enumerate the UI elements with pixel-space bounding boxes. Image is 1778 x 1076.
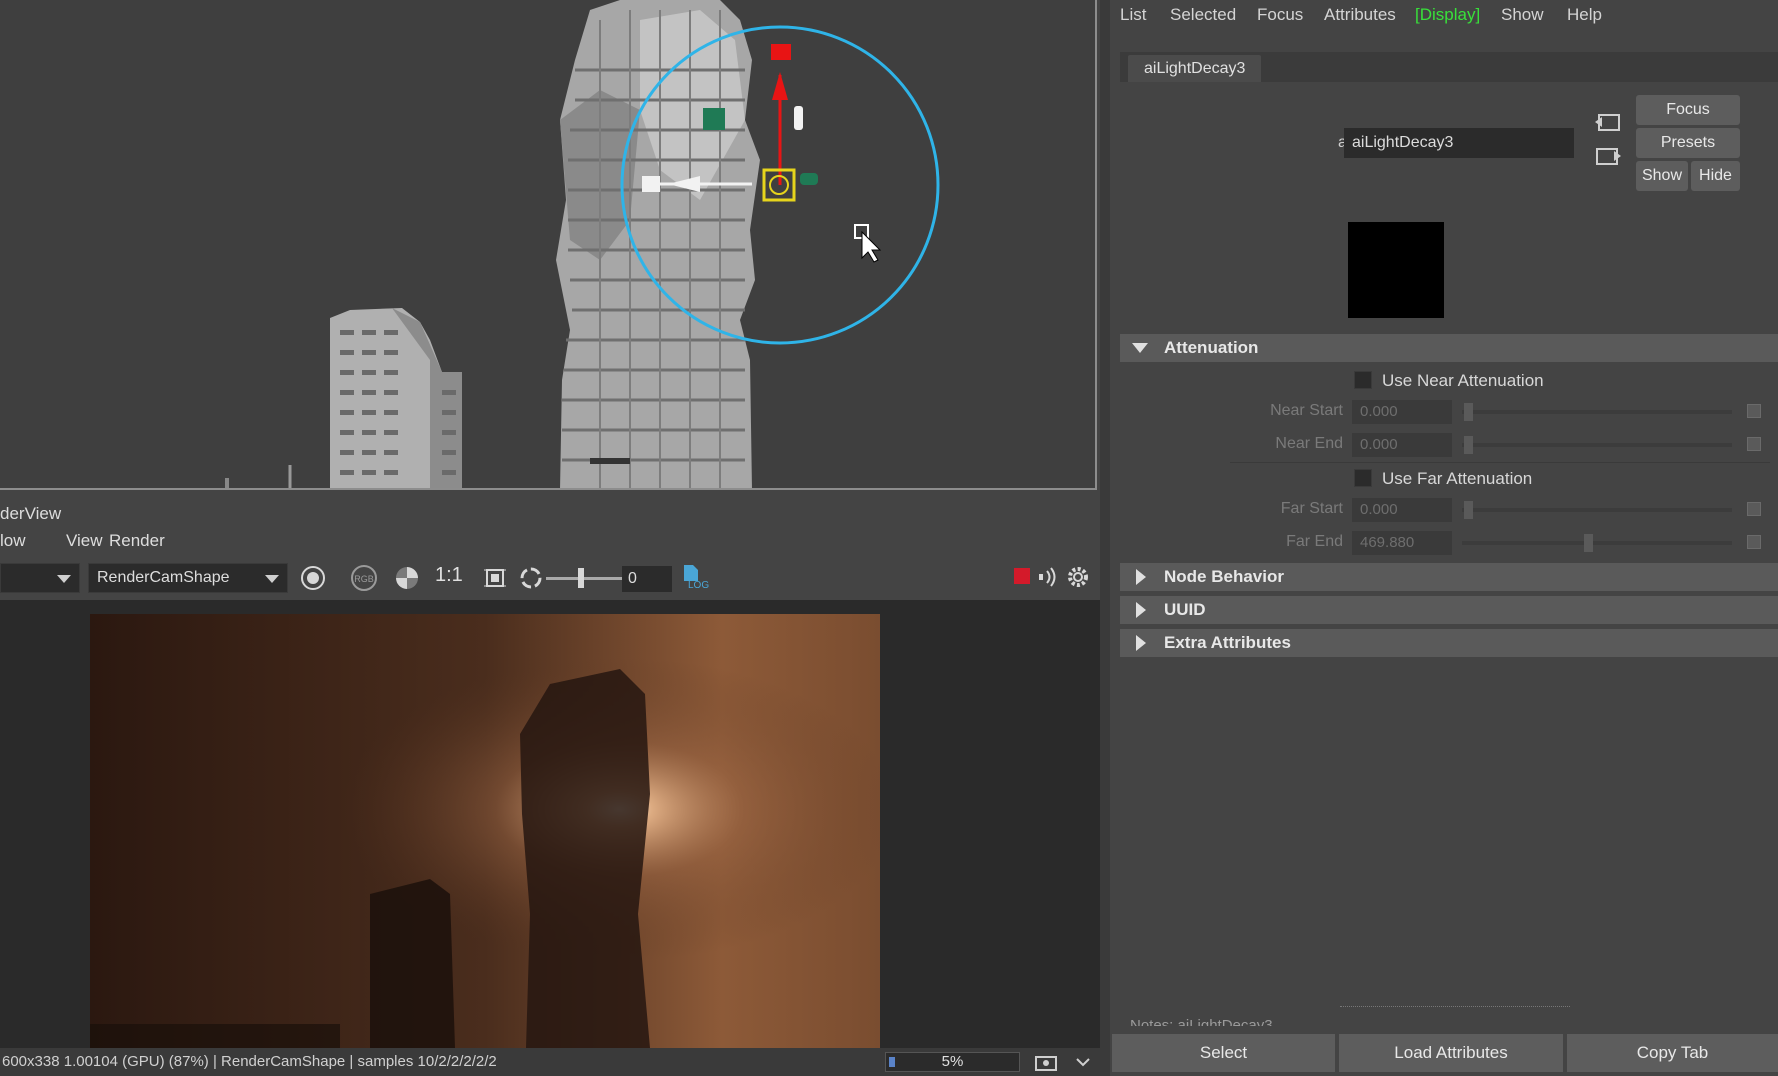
tab-ailightdecay3[interactable]: aiLightDecay3 — [1128, 55, 1262, 82]
ae-menubar: List Selected Focus Attributes [Display]… — [1110, 0, 1778, 30]
copy-tab-button[interactable]: Copy Tab — [1567, 1034, 1778, 1072]
perspective-viewport[interactable] — [0, 0, 1097, 490]
menu-view[interactable]: View — [66, 528, 103, 554]
attribute-editor: List Selected Focus Attributes [Display]… — [1110, 0, 1778, 1076]
notes-label: Notes: aiLightDecay3 — [1130, 1017, 1273, 1026]
svg-text:RGB: RGB — [354, 574, 374, 584]
rendered-image — [90, 614, 880, 1048]
near-start-slider[interactable] — [1462, 410, 1732, 414]
refresh-icon[interactable] — [518, 565, 544, 591]
expand-arrow-icon — [1136, 635, 1146, 651]
menu-show[interactable]: Show — [1501, 0, 1544, 30]
render-view-toolbar: RenderCamShape RGB 1:1 0 LOG — [0, 556, 1100, 600]
show-button[interactable]: Show — [1636, 161, 1688, 191]
menu-list[interactable]: List — [1120, 0, 1146, 30]
section-attenuation[interactable]: Attenuation — [1120, 334, 1778, 362]
section-extra-attributes[interactable]: Extra Attributes — [1120, 629, 1778, 657]
far-end-label: Far End — [1286, 533, 1343, 550]
use-far-attenuation-label: Use Far Attenuation — [1382, 469, 1533, 488]
far-end-map-button[interactable] — [1747, 535, 1761, 549]
ae-tab-bar: aiLightDecay3 — [1120, 52, 1778, 82]
near-end-field[interactable]: 0.000 — [1352, 433, 1452, 457]
red-handle — [771, 44, 791, 60]
render-view-menubar: low View Render — [0, 528, 1100, 554]
collapse-arrow-icon — [1132, 343, 1148, 353]
stop-icon[interactable] — [1014, 568, 1030, 584]
building-small — [330, 308, 462, 488]
channel-icon[interactable] — [394, 565, 420, 591]
sound-icon[interactable] — [1036, 565, 1062, 589]
menu-selected[interactable]: Selected — [1170, 0, 1236, 30]
render-view-title: derView — [0, 500, 1100, 528]
menu-window[interactable]: low — [0, 528, 26, 554]
ratio-button[interactable]: 1:1 — [435, 564, 463, 587]
far-end-slider-thumb[interactable] — [1584, 534, 1593, 552]
far-start-label: Far Start — [1280, 500, 1343, 517]
section-node-behavior[interactable]: Node Behavior — [1120, 563, 1778, 591]
near-start-slider-thumb[interactable] — [1464, 403, 1473, 421]
snapshot-icon[interactable] — [300, 565, 326, 591]
layer-dropdown[interactable] — [0, 563, 80, 593]
far-start-field[interactable]: 0.000 — [1352, 498, 1452, 522]
white-handle — [794, 106, 803, 130]
load-attributes-button[interactable]: Load Attributes — [1339, 1034, 1563, 1072]
rgb-icon[interactable]: RGB — [350, 565, 378, 591]
node-name-field[interactable]: aiLightDecay3 — [1344, 128, 1574, 158]
far-start-slider-thumb[interactable] — [1464, 501, 1473, 519]
near-end-label: Near End — [1275, 435, 1343, 452]
expand-arrow-icon — [1136, 569, 1146, 585]
near-end-slider-thumb[interactable] — [1464, 436, 1473, 454]
use-far-attenuation-checkbox[interactable] — [1354, 469, 1372, 487]
focus-button[interactable]: Focus — [1636, 95, 1740, 125]
render-progress-bar: 5% — [885, 1052, 1020, 1072]
panel-divider[interactable] — [1100, 0, 1110, 1076]
notes-resize-handle[interactable] — [1340, 1006, 1570, 1008]
near-start-label: Near Start — [1270, 402, 1343, 419]
use-near-attenuation-label: Use Near Attenuation — [1382, 371, 1544, 390]
building-tall — [556, 0, 760, 488]
exposure-field[interactable]: 0 — [622, 566, 672, 592]
small-marker — [225, 465, 292, 488]
output-connection-icon[interactable] — [1595, 146, 1621, 168]
near-end-map-button[interactable] — [1747, 437, 1761, 451]
green-handle-right — [800, 173, 818, 185]
render-status-bar: 600x338 1.00104 (GPU) (87%) | RenderCamS… — [0, 1048, 1100, 1076]
far-end-slider[interactable] — [1462, 541, 1732, 545]
render-status-text: 600x338 1.00104 (GPU) (87%) | RenderCamS… — [2, 1053, 497, 1070]
chevron-down-icon[interactable] — [1075, 1055, 1091, 1069]
green-handle-left — [703, 108, 725, 130]
render-canvas[interactable] — [0, 600, 1100, 1048]
near-start-field[interactable]: 0.000 — [1352, 400, 1452, 424]
color-swatch — [1348, 222, 1444, 318]
near-start-map-button[interactable] — [1747, 404, 1761, 418]
expand-arrow-icon — [1136, 602, 1146, 618]
log-icon[interactable]: LOG — [682, 564, 712, 596]
menu-help[interactable]: Help — [1567, 0, 1602, 30]
crop-icon[interactable] — [482, 565, 508, 591]
exposure-slider[interactable] — [546, 577, 622, 580]
near-end-slider[interactable] — [1462, 443, 1732, 447]
use-near-attenuation-checkbox[interactable] — [1354, 371, 1372, 389]
menu-display[interactable]: [Display] — [1415, 0, 1480, 30]
hide-button[interactable]: Hide — [1691, 161, 1740, 191]
camera-icon[interactable] — [1035, 1053, 1057, 1071]
section-uuid[interactable]: UUID — [1120, 596, 1778, 624]
divider — [1230, 462, 1770, 463]
settings-icon[interactable] — [1066, 565, 1090, 589]
far-start-map-button[interactable] — [1747, 502, 1761, 516]
input-connection-icon[interactable] — [1595, 112, 1621, 134]
menu-attributes[interactable]: Attributes — [1324, 0, 1396, 30]
far-start-slider[interactable] — [1462, 508, 1732, 512]
exposure-slider-thumb[interactable] — [578, 568, 584, 588]
menu-focus[interactable]: Focus — [1257, 0, 1303, 30]
menu-render[interactable]: Render — [109, 528, 165, 554]
select-button[interactable]: Select — [1112, 1034, 1335, 1072]
presets-button[interactable]: Presets — [1636, 128, 1740, 158]
camera-dropdown[interactable]: RenderCamShape — [88, 563, 288, 593]
far-end-field[interactable]: 469.880 — [1352, 531, 1452, 555]
viewport-scene[interactable] — [0, 0, 1097, 490]
mouse-cursor-icon — [854, 224, 882, 263]
